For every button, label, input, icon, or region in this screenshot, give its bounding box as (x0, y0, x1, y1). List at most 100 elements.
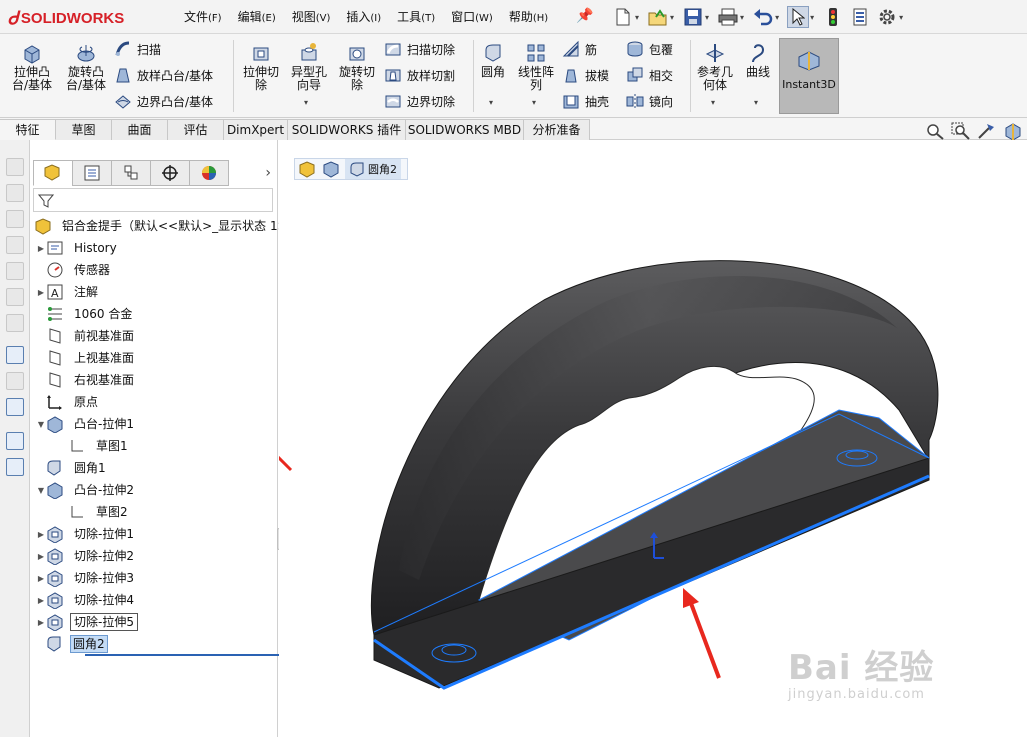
expand-arrow-icon[interactable]: ▼ (36, 486, 46, 495)
shell-button[interactable]: 抽壳 (562, 90, 609, 112)
feature-tree-item[interactable]: ▶ History (36, 238, 121, 258)
menu-tools[interactable]: 工具(T) (389, 8, 443, 26)
expand-arrow-icon[interactable]: ▶ (36, 288, 46, 297)
ref-geometry-dropdown-icon[interactable]: ▾ (711, 96, 715, 109)
loft-cut-button[interactable]: 放样切割 (384, 64, 455, 86)
menu-view[interactable]: 视图(V) (284, 8, 339, 26)
undo-dropdown-icon[interactable]: ▾ (775, 13, 779, 22)
expand-arrow-icon[interactable]: ▶ (36, 530, 46, 539)
zoom-to-area-icon[interactable] (951, 122, 971, 140)
new-document-icon[interactable] (612, 6, 634, 28)
extrude-tool-icon[interactable] (6, 184, 24, 202)
fillet-dropdown-icon[interactable]: ▾ (489, 96, 493, 109)
previous-view-icon[interactable] (977, 122, 997, 140)
feature-tree-item[interactable]: 草图2 (58, 502, 132, 522)
measure-tool-icon[interactable] (6, 372, 24, 390)
solidworks-logo[interactable]: Ꮷ SOLIDWORKS (8, 6, 124, 30)
feature-tree-item[interactable]: 右视基准面 (36, 370, 138, 390)
loft-boss-button[interactable]: 放样凸台/基体 (114, 64, 213, 86)
options-gear-icon[interactable] (876, 6, 898, 28)
options-dropdown-icon[interactable]: ▾ (899, 13, 903, 22)
chevron-right-icon[interactable]: › (265, 165, 271, 181)
revolve-cut-button[interactable]: 旋转切除 (334, 34, 380, 92)
expand-arrow-icon[interactable]: ▶ (36, 244, 46, 253)
extrude-cut-button[interactable]: 拉伸切除 (238, 34, 284, 92)
feature-tree-item[interactable]: ▼ 凸台-拉伸2 (36, 480, 138, 500)
feature-tree-item[interactable]: ▶ 切除-拉伸5 (36, 612, 138, 632)
expand-arrow-icon[interactable]: ▶ (36, 574, 46, 583)
file-properties-icon[interactable] (849, 6, 871, 28)
tab-surfaces[interactable]: 曲面 (112, 119, 168, 140)
display-manager-tab[interactable] (189, 160, 229, 186)
feature-tree-item[interactable]: ▶ 切除-拉伸4 (36, 590, 138, 610)
linear-pattern-button[interactable]: 线性阵列 ▾ (514, 34, 558, 107)
undo-icon[interactable] (752, 6, 774, 28)
new-dropdown-icon[interactable]: ▾ (635, 13, 639, 22)
copy-tool-icon[interactable] (6, 432, 24, 450)
reference-geometry-button[interactable]: 参考几何体 ▾ (693, 34, 737, 107)
tab-solidworks-addins[interactable]: SOLIDWORKS 插件 (288, 119, 406, 140)
feature-tree-item[interactable]: ▶ A 注解 (36, 282, 102, 302)
feature-tree-item[interactable]: 上视基准面 (36, 348, 138, 368)
feature-tree-item[interactable]: 草图1 (58, 436, 132, 456)
print-dropdown-icon[interactable]: ▾ (740, 13, 744, 22)
sweep-button[interactable]: 扫描 (114, 38, 161, 60)
tab-simulation-prep[interactable]: 分析准备 (524, 119, 590, 140)
feature-tree-item[interactable]: ▶ 切除-拉伸2 (36, 546, 138, 566)
save-icon[interactable] (682, 6, 704, 28)
pattern-dropdown-icon[interactable]: ▾ (532, 96, 536, 109)
draft-button[interactable]: 拔模 (562, 64, 609, 86)
menu-help[interactable]: 帮助(H) (501, 8, 556, 26)
select-pointer-icon[interactable] (787, 6, 810, 28)
menu-insert[interactable]: 插入(I) (338, 8, 389, 26)
rollback-bar[interactable] (85, 654, 305, 656)
rebuild-traffic-light-icon[interactable] (822, 6, 844, 28)
open-document-icon[interactable] (647, 6, 669, 28)
print-icon[interactable] (717, 6, 739, 28)
intersect-button[interactable]: 相交 (626, 64, 673, 86)
feature-tree-item[interactable]: 原点 (36, 392, 102, 412)
tab-dimxpert[interactable]: DimXpert (224, 119, 288, 140)
feature-tree-item[interactable]: ▶ 切除-拉伸3 (36, 568, 138, 588)
dimxpert-manager-tab[interactable] (150, 160, 190, 186)
sweep-cut-button[interactable]: 扫描切除 (384, 38, 455, 60)
feature-tree-tab[interactable] (33, 160, 73, 186)
rib-button[interactable]: 筋 (562, 38, 597, 60)
loft-tool-icon[interactable] (6, 236, 24, 254)
curves-dropdown-icon[interactable]: ▾ (754, 96, 758, 109)
feature-tree-filter[interactable] (33, 188, 273, 212)
expand-arrow-icon[interactable]: ▶ (36, 596, 46, 605)
expand-arrow-icon[interactable]: ▼ (36, 420, 46, 429)
configuration-manager-tab[interactable] (111, 160, 151, 186)
feature-tree-item[interactable]: 圆角2 (36, 634, 108, 654)
menu-file[interactable]: 文件(F) (176, 8, 230, 26)
feature-tree-item[interactable]: 1060 合金 (36, 304, 136, 324)
feature-tree-item[interactable]: 传感器 (36, 260, 114, 280)
tab-evaluate[interactable]: 评估 (168, 119, 224, 140)
open-dropdown-icon[interactable]: ▾ (670, 13, 674, 22)
feature-tree-item[interactable]: 圆角1 (36, 458, 110, 478)
revolve-tool-icon[interactable] (6, 210, 24, 228)
select-dropdown-icon[interactable]: ▾ (810, 13, 814, 22)
select-other-icon[interactable] (6, 346, 24, 364)
hole-wizard-button[interactable]: 异型孔向导 ▾ (286, 34, 332, 107)
zoom-to-fit-icon[interactable] (925, 122, 945, 140)
feature-tree-item[interactable]: ▼ 凸台-拉伸1 (36, 414, 138, 434)
pattern-tool-icon[interactable] (6, 288, 24, 306)
expand-arrow-icon[interactable]: ▶ (36, 552, 46, 561)
menu-window[interactable]: 窗口(W) (443, 8, 501, 26)
boundary-cut-button[interactable]: 边界切除 (384, 90, 455, 112)
expand-arrow-icon[interactable]: ▶ (36, 618, 46, 627)
mirror-tool-icon[interactable] (6, 314, 24, 332)
hole-wizard-dropdown-icon[interactable]: ▾ (304, 96, 308, 109)
tab-solidworks-mbd[interactable]: SOLIDWORKS MBD (406, 119, 524, 140)
display-pane-icon[interactable] (6, 398, 24, 416)
save-dropdown-icon[interactable]: ▾ (705, 13, 709, 22)
feature-tree-item[interactable]: 前视基准面 (36, 326, 138, 346)
menu-edit[interactable]: 编辑(E) (230, 8, 284, 26)
instant3d-button[interactable]: Instant3D (779, 38, 839, 114)
mirror-button[interactable]: 镜向 (626, 90, 673, 112)
pin-menu-icon[interactable]: 📌 (576, 8, 593, 24)
feature-tree-item[interactable]: ▶ 切除-拉伸1 (36, 524, 138, 544)
wrap-button[interactable]: 包覆 (626, 38, 673, 60)
